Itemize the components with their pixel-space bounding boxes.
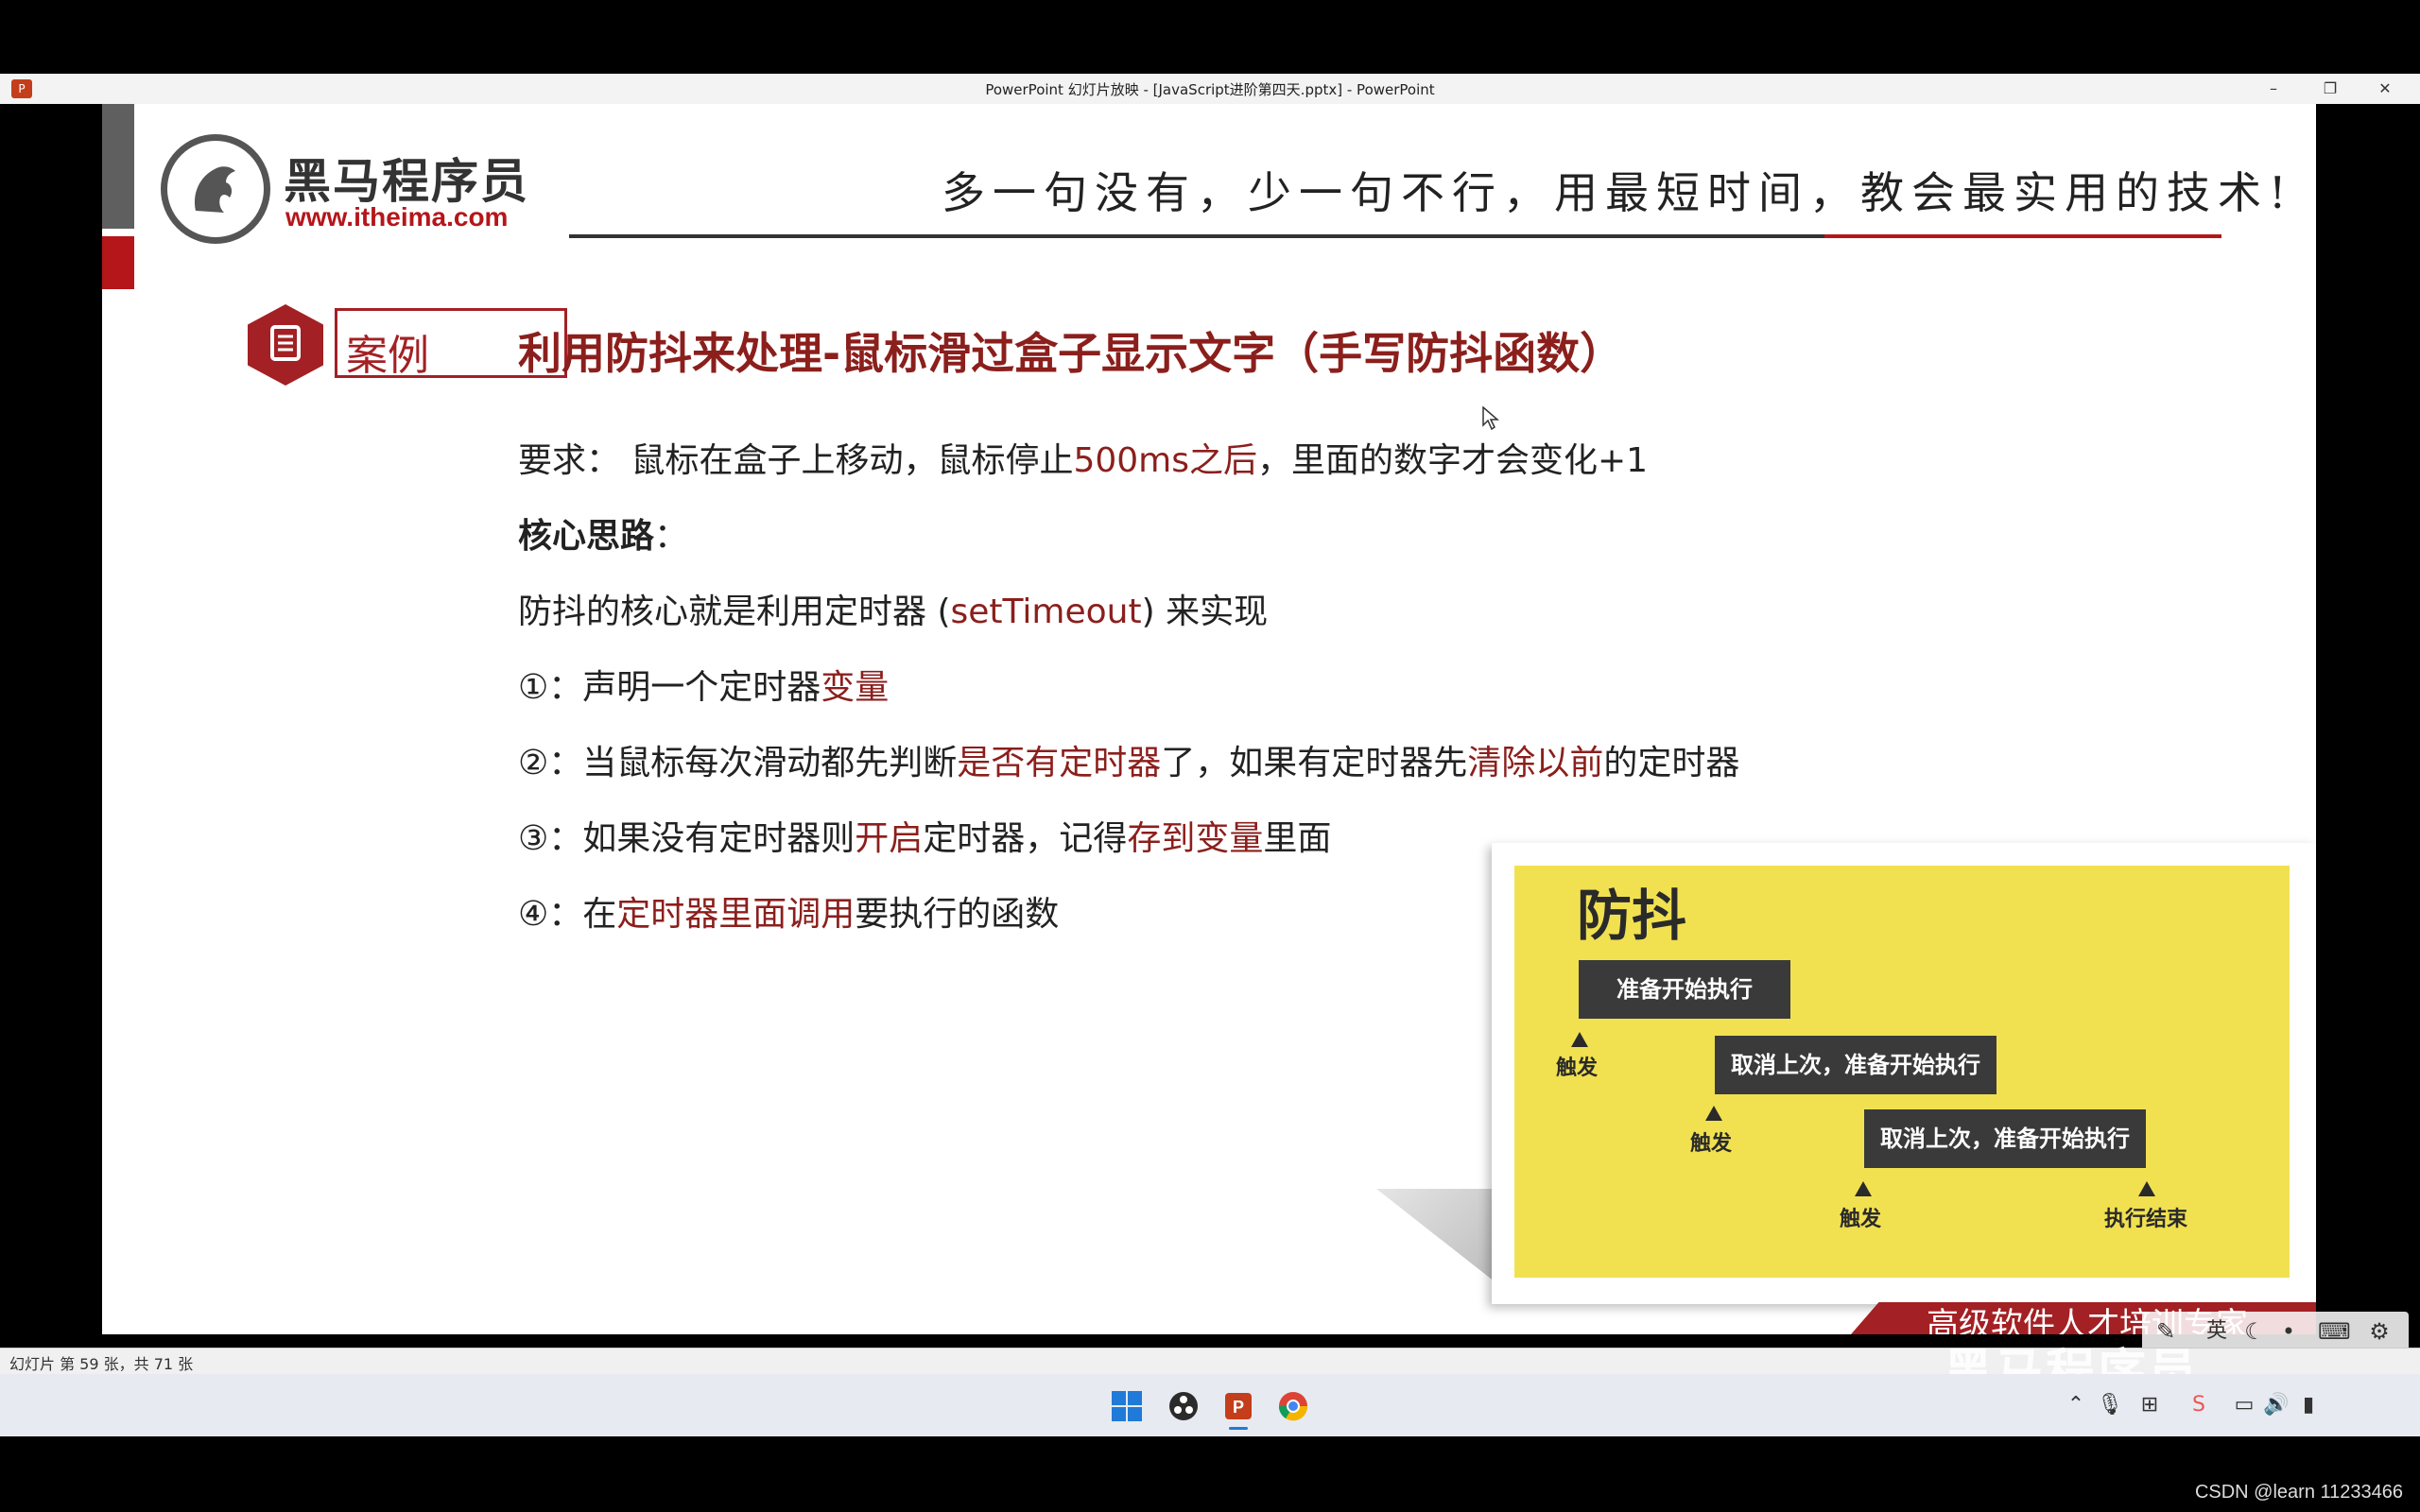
principle-line: 防抖的核心就是利用定时器 (setTimeout) 来实现 [518,584,1268,633]
case-label: 案例 [346,332,429,380]
principle-code: setTimeout [950,593,1142,631]
app-tray-icon[interactable]: S [2186,1393,2212,1417]
close-button[interactable]: ✕ [2371,77,2399,100]
chrome-icon[interactable] [1276,1389,1310,1423]
step-2-highlight: 是否有定时器 [957,744,1162,782]
core-heading-colon: ： [654,517,689,556]
requirement-line: 要求： 鼠标在盒子上移动，鼠标停止500ms之后，里面的数字才会变化+1 [518,433,1648,482]
logo-url: www.itheima.com [285,202,509,232]
step-4: ④：在定时器里面调用要执行的函数 [518,886,1059,936]
requirement-text-end: ，里面的数字才会变化+1 [1257,441,1649,480]
mic-icon[interactable]: 🎙 [2097,1393,2123,1417]
step-2-text-end: 的定时器 [1603,744,1740,782]
core-heading: 核心思路： [518,508,688,558]
dot-icon[interactable]: • [2273,1315,2305,1348]
step-2: ②：当鼠标每次滑动都先判断是否有定时器了，如果有定时器先清除以前的定时器 [518,735,1739,784]
slide-canvas[interactable]: 黑马程序员 www.itheima.com 多一句没有，少一句不行，用最短时间，… [102,104,2316,1334]
obs-icon[interactable] [1167,1389,1201,1423]
end-label: 执行结束 [2104,1208,2188,1231]
active-app-indicator [1229,1427,1248,1430]
chevron-up-icon[interactable]: ⌃ [2063,1393,2089,1417]
step-3-text-mid: 定时器，记得 [923,819,1128,858]
decor-bar-red [102,236,134,289]
requirement-text: 要求： 鼠标在盒子上移动，鼠标停止 [518,441,1074,480]
moon-icon[interactable]: ☾ [2238,1315,2271,1348]
display-icon[interactable]: ▭ [2231,1393,2257,1417]
trigger-label-1: 触发 [1556,1057,1599,1080]
battery-icon[interactable]: ▮ [2295,1393,2322,1417]
step-2-highlight-2: 清除以前 [1467,744,1604,782]
powerpoint-icon[interactable]: P [1221,1389,1255,1423]
step-3-highlight: 开启 [855,819,924,858]
diagram-box-cancel-2: 取消上次，准备开始执行 [1864,1109,2146,1168]
requirement-highlight: 500ms之后 [1073,441,1257,480]
document-icon [270,325,301,361]
slogan: 多一句没有，少一句不行，用最短时间，教会最实用的技术! [942,167,2294,218]
trigger-label-3: 触发 [1840,1208,1882,1231]
step-3-text-end: 里面 [1263,819,1332,858]
trigger-label-2: 触发 [1690,1132,1733,1156]
step-3-text: ③：如果没有定时器则 [518,819,856,858]
header-divider-accent [1824,234,2221,238]
diagram-box-start: 准备开始执行 [1579,960,1790,1019]
trigger-arrow-1 [1571,1032,1588,1047]
decor-bar-gray [102,104,134,229]
horse-logo-icon [194,166,235,213]
window-title: PowerPoint 幻灯片放映 - [JavaScript进阶第四天.pptx… [985,81,1435,98]
diagram-box-cancel-1: 取消上次，准备开始执行 [1715,1036,1996,1094]
step-1: ①：声明一个定时器变量 [518,660,889,709]
slide-counter: 幻灯片 第 59 张，共 71 张 [9,1355,194,1373]
network-icon[interactable]: ⊞ [2136,1393,2163,1417]
step-4-text-end: 要执行的函数 [855,895,1060,934]
diagram-shadow [1376,1189,1509,1293]
minimize-button[interactable]: – [2259,77,2288,100]
mouse-cursor-icon [1482,406,1499,431]
trigger-arrow-3 [1855,1181,1872,1196]
diagram-title: 防抖 [1577,884,1687,948]
windows-start-icon[interactable] [1110,1389,1144,1423]
core-heading-text: 核心思路 [518,517,655,556]
step-2-text: ②：当鼠标每次滑动都先判断 [518,744,958,782]
svg-text:P: P [1233,1398,1244,1417]
end-arrow [2138,1181,2155,1196]
principle-text-end: ) 来实现 [1141,593,1269,631]
volume-icon[interactable]: 🔊 [2263,1393,2290,1417]
step-3: ③：如果没有定时器则开启定时器，记得存到变量里面 [518,811,1331,860]
step-1-text: ①：声明一个定时器 [518,668,821,707]
step-4-highlight: 定时器里面调用 [616,895,856,934]
restore-button[interactable]: ❐ [2316,77,2344,100]
step-2-text-mid: 了，如果有定时器先 [1161,744,1468,782]
gear-icon[interactable]: ⚙ [2363,1315,2395,1348]
principle-text: 防抖的核心就是利用定时器 ( [518,593,951,631]
ime-icon[interactable]: 英 [2201,1315,2233,1348]
step-3-highlight-2: 存到变量 [1127,819,1264,858]
keyboard-icon[interactable]: ⌨ [2318,1315,2351,1348]
step-4-text: ④：在 [518,895,617,934]
step-1-highlight: 变量 [821,668,890,707]
trigger-arrow-2 [1705,1106,1722,1121]
slide-title: 利用防抖来处理-鼠标滑过盒子显示文字（手写防抖函数） [518,328,1624,379]
taskbar [0,1374,2420,1436]
csdn-credit: CSDN @learn 11233466 [2194,1482,2403,1503]
